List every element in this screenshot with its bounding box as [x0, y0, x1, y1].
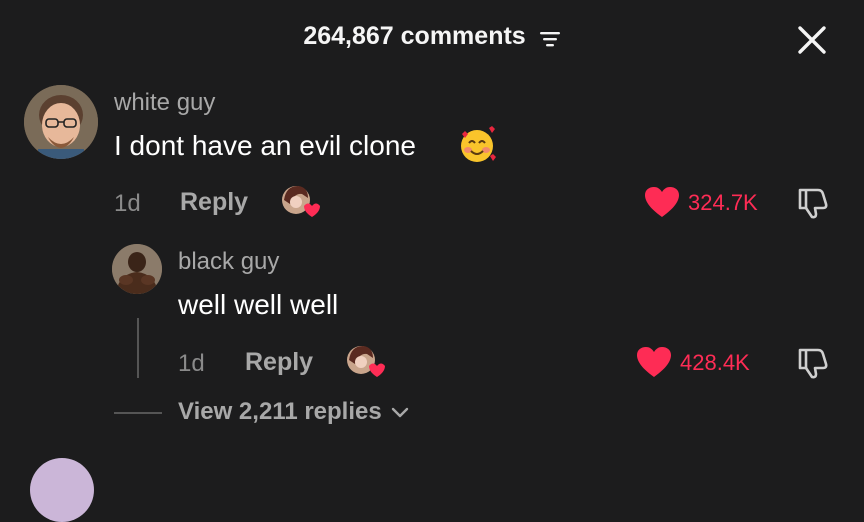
reply-username[interactable]: black guy [178, 248, 279, 276]
reply-button[interactable]: Reply [180, 188, 248, 217]
comment-text: I dont have an evil clone [114, 130, 416, 162]
avatar[interactable] [24, 85, 98, 159]
smiling-face-with-hearts-icon [458, 126, 496, 164]
dislike-icon[interactable] [796, 186, 830, 220]
reply-like-count: 428.4K [680, 350, 750, 375]
view-replies-button[interactable]: View 2,211 replies [178, 398, 410, 427]
close-icon[interactable] [794, 22, 830, 58]
comments-count-label: 264,867 comments [303, 22, 526, 50]
reply-dislike-icon[interactable] [796, 346, 830, 380]
heart-icon[interactable] [644, 186, 680, 218]
view-replies-divider [114, 412, 162, 414]
chevron-down-icon [390, 399, 410, 427]
comment-text-content: I dont have an evil clone [114, 130, 416, 161]
like-count: 324.7K [688, 190, 758, 215]
next-comment-avatar[interactable] [30, 458, 94, 522]
filter-icon[interactable] [539, 27, 561, 47]
view-replies-label: View 2,211 replies [178, 398, 382, 425]
reply-text: well well well [178, 289, 339, 320]
creator-liked-avatar-icon [280, 184, 320, 220]
creator-liked-avatar-icon [345, 344, 385, 380]
comments-count-title[interactable]: 264,867 comments [0, 22, 864, 51]
thread-line [137, 318, 139, 378]
reply-avatar[interactable] [112, 244, 162, 294]
comments-header: 264,867 comments [0, 0, 864, 80]
reply-reply-button[interactable]: Reply [245, 348, 313, 377]
reply-heart-icon[interactable] [636, 346, 672, 378]
reply-age: 1d [178, 350, 205, 377]
comment-age: 1d [114, 190, 141, 217]
comment-username[interactable]: white guy [114, 89, 215, 117]
